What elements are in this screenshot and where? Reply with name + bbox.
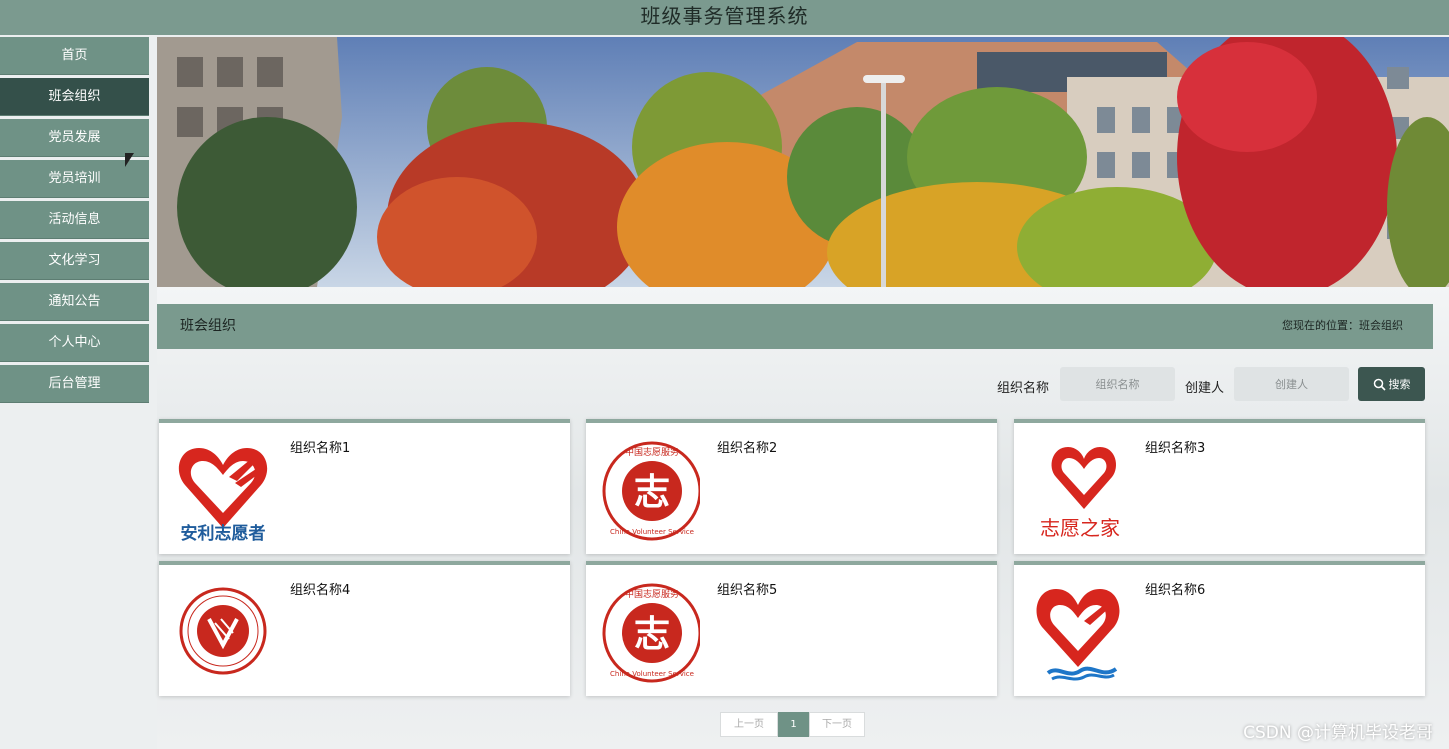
svg-text:中国志愿服务: 中国志愿服务 bbox=[625, 446, 679, 458]
org-card[interactable]: 组织名称6 bbox=[1014, 561, 1425, 696]
nav-item-admin[interactable]: 后台管理 bbox=[0, 365, 149, 403]
org-card[interactable]: 志愿之家 组织名称3 bbox=[1014, 419, 1425, 554]
nav-item-class-meeting[interactable]: 班会组织 bbox=[0, 78, 149, 116]
search-button-label: 搜索 bbox=[1388, 378, 1411, 391]
heart-hand-wave-logo-icon bbox=[1028, 575, 1128, 685]
svg-text:China Volunteer Service: China Volunteer Service bbox=[610, 670, 694, 678]
org-card-name: 组织名称5 bbox=[717, 583, 778, 598]
top-bar: 班级事务管理系统 bbox=[0, 0, 1449, 35]
svg-text:China Volunteer Service: China Volunteer Service bbox=[610, 528, 694, 536]
sidebar-nav: 首页 班会组织 党员发展 党员培训 活动信息 文化学习 通知公告 个人中心 后台… bbox=[0, 37, 149, 406]
org-card-name: 组织名称6 bbox=[1145, 583, 1206, 598]
svg-text:志: 志 bbox=[634, 472, 670, 513]
org-card[interactable]: 中国志愿服务 China Volunteer Service 志 组织名称2 bbox=[586, 419, 997, 554]
breadcrumb: 您现在的位置：班会组织 bbox=[1282, 319, 1403, 332]
org-card-name: 组织名称1 bbox=[290, 441, 351, 456]
prev-page-button[interactable]: 上一页 bbox=[720, 712, 778, 737]
watermark: CSDN @计算机毕设老哥 bbox=[1243, 723, 1433, 743]
nav-item-personal-center[interactable]: 个人中心 bbox=[0, 324, 149, 362]
mouse-cursor-icon bbox=[125, 153, 134, 167]
banner-image bbox=[157, 37, 1449, 287]
china-volunteer-service-seal-icon: 中国志愿服务 China Volunteer Service 志 bbox=[600, 433, 702, 543]
org-card[interactable]: 中国志愿服务 China Volunteer Service 志 组织名称5 bbox=[586, 561, 997, 696]
creator-input[interactable] bbox=[1234, 367, 1349, 401]
youth-volunteer-association-seal-icon bbox=[173, 575, 273, 685]
nav-item-culture-study[interactable]: 文化学习 bbox=[0, 242, 149, 280]
heart-hand-logo-icon: 安利志愿者 bbox=[173, 433, 273, 544]
nav-item-party-development[interactable]: 党员发展 bbox=[0, 119, 149, 157]
nav-item-home[interactable]: 首页 bbox=[0, 37, 149, 75]
china-volunteer-service-seal-icon: 中国志愿服务 China Volunteer Service 志 bbox=[600, 575, 702, 685]
org-card-name: 组织名称4 bbox=[290, 583, 351, 598]
org-name-input[interactable] bbox=[1060, 367, 1175, 401]
svg-text:中国志愿服务: 中国志愿服务 bbox=[625, 588, 679, 600]
page-number-button[interactable]: 1 bbox=[778, 712, 809, 737]
org-card-name: 组织名称3 bbox=[1145, 441, 1206, 456]
app-title: 班级事务管理系统 bbox=[640, 4, 809, 28]
org-card-name: 组织名称2 bbox=[717, 441, 778, 456]
search-button[interactable]: 搜索 bbox=[1358, 367, 1425, 401]
org-name-label: 组织名称 bbox=[997, 381, 1050, 396]
nav-item-activity-info[interactable]: 活动信息 bbox=[0, 201, 149, 239]
svg-text:志: 志 bbox=[634, 614, 670, 655]
org-card[interactable]: 安利志愿者 组织名称1 bbox=[159, 419, 570, 554]
section-title: 班会组织 bbox=[180, 318, 236, 334]
heart-hand-logo-icon: 志愿之家 bbox=[1028, 433, 1128, 543]
next-page-button[interactable]: 下一页 bbox=[809, 712, 865, 737]
nav-item-announcements[interactable]: 通知公告 bbox=[0, 283, 149, 321]
org-card[interactable]: 组织名称4 bbox=[159, 561, 570, 696]
section-header: 班会组织 您现在的位置：班会组织 bbox=[157, 304, 1433, 349]
svg-text:安利志愿者: 安利志愿者 bbox=[181, 523, 266, 543]
pagination: 上一页 1 下一页 bbox=[720, 712, 865, 737]
creator-label: 创建人 bbox=[1185, 381, 1225, 396]
svg-text:志愿之家: 志愿之家 bbox=[1040, 516, 1120, 540]
search-icon bbox=[1373, 378, 1386, 391]
